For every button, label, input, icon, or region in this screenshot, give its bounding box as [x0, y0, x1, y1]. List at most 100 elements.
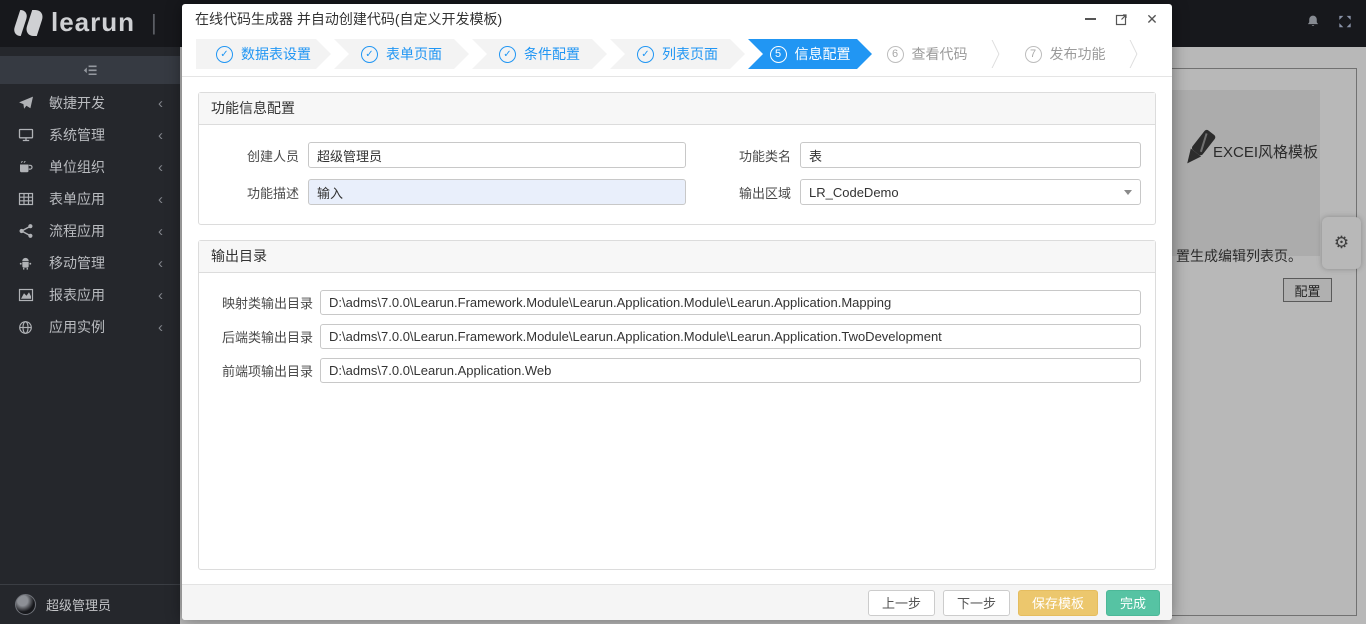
- chevron-left-icon: ‹: [158, 94, 163, 112]
- sidebar-item-workflow-app[interactable]: 流程应用 ‹: [0, 215, 180, 247]
- description-input[interactable]: [308, 179, 686, 205]
- step-separator: [987, 39, 1005, 69]
- prev-step-button[interactable]: 上一步: [867, 589, 935, 616]
- avatar: [15, 594, 36, 615]
- mug-icon: [17, 159, 34, 175]
- sidebar-item-report-app[interactable]: 报表应用 ‹: [0, 279, 180, 311]
- maximize-icon[interactable]: [1114, 12, 1128, 26]
- step-number-icon: 5: [770, 46, 787, 63]
- modal-title: 在线代码生成器 并自动创建代码(自定义开发模板): [195, 11, 503, 27]
- description-label: 功能描述: [246, 185, 299, 201]
- wizard-step-3[interactable]: ✓ 条件配置: [472, 39, 607, 69]
- output-row-frontend: 前端项输出目录: [213, 358, 1141, 383]
- android-icon: [17, 255, 34, 271]
- wizard-step-6[interactable]: 6 查看代码: [875, 39, 979, 69]
- desktop-icon: [17, 127, 34, 143]
- sidebar-item-label: 单位组织: [49, 159, 105, 175]
- wizard-step-4[interactable]: ✓ 列表页面: [610, 39, 745, 69]
- output-area-value[interactable]: [800, 179, 1141, 205]
- step-label: 列表页面: [662, 46, 718, 62]
- save-template-button[interactable]: 保存模板: [1017, 589, 1098, 616]
- user-name: 超级管理员: [46, 598, 112, 613]
- chevron-left-icon: ‹: [158, 126, 163, 144]
- modal-titlebar: 在线代码生成器 并自动创建代码(自定义开发模板) ✕: [182, 4, 1172, 34]
- sidebar-user[interactable]: 超级管理员: [0, 584, 180, 624]
- chevron-left-icon: ‹: [158, 318, 163, 336]
- sidebar-item-mobile-mgmt[interactable]: 移动管理 ‹: [0, 247, 180, 279]
- sidebar-menu: 敏捷开发 ‹ 系统管理 ‹ 单位组织 ‹ 表单应用 ‹ 流程应用 ‹ 移动管理 …: [0, 84, 180, 343]
- sidebar-item-label: 报表应用: [49, 287, 105, 303]
- sidebar-item-label: 表单应用: [49, 191, 105, 207]
- outdent-icon: [83, 64, 97, 75]
- chevron-left-icon: ‹: [158, 190, 163, 208]
- backend-dir-input[interactable]: [320, 324, 1141, 349]
- bell-icon[interactable]: [1306, 14, 1320, 28]
- sidebar-item-form-app[interactable]: 表单应用 ‹: [0, 183, 180, 215]
- step-separator: [1125, 39, 1143, 69]
- share-icon: [17, 223, 34, 239]
- step-label: 查看代码: [911, 46, 968, 62]
- minimize-icon[interactable]: [1083, 12, 1097, 26]
- mapping-dir-input[interactable]: [320, 290, 1141, 315]
- step-label: 信息配置: [794, 46, 851, 62]
- wizard-step-7[interactable]: 7 发布功能: [1013, 39, 1117, 69]
- output-area-label: 输出区域: [738, 185, 791, 201]
- wizard-step-5-active[interactable]: 5 信息配置: [748, 39, 872, 69]
- brand-logo[interactable]: learun |: [11, 7, 157, 38]
- creator-input[interactable]: [308, 142, 686, 168]
- section-title: 输出目录: [199, 241, 1155, 273]
- next-step-button[interactable]: 下一步: [942, 589, 1010, 616]
- leaf-logo-icon: [11, 9, 46, 36]
- sidebar-item-label: 流程应用: [49, 223, 105, 239]
- paper-plane-icon: [17, 95, 34, 111]
- wizard-steps: ✓ 数据表设置 ✓ 表单页面 ✓ 条件配置 ✓ 列表页面 5 信息配置 6 查看…: [182, 34, 1172, 77]
- sidebar-collapse-button[interactable]: [0, 56, 180, 84]
- wizard-step-1[interactable]: ✓ 数据表设置: [196, 39, 331, 69]
- step-label: 发布功能: [1049, 46, 1106, 62]
- close-icon[interactable]: ✕: [1145, 11, 1159, 27]
- sidebar-item-label: 移动管理: [49, 255, 105, 271]
- step-label: 条件配置: [524, 46, 580, 62]
- brand-text: learun: [51, 7, 136, 37]
- class-name-label: 功能类名: [738, 148, 791, 164]
- creator-label: 创建人员: [246, 148, 299, 164]
- wizard-step-2[interactable]: ✓ 表单页面: [334, 39, 469, 69]
- sidebar-item-label: 应用实例: [49, 319, 105, 335]
- finish-button[interactable]: 完成: [1105, 589, 1160, 616]
- chevron-left-icon: ‹: [158, 254, 163, 272]
- step-label: 数据表设置: [241, 46, 311, 62]
- output-area-select[interactable]: [800, 179, 1141, 205]
- fullscreen-icon[interactable]: [1338, 14, 1352, 28]
- check-circle-icon: ✓: [637, 46, 654, 63]
- sidebar-item-system-mgmt[interactable]: 系统管理 ‹: [0, 119, 180, 151]
- sidebar: 敏捷开发 ‹ 系统管理 ‹ 单位组织 ‹ 表单应用 ‹ 流程应用 ‹ 移动管理 …: [0, 47, 180, 624]
- info-config-section: 功能信息配置 创建人员 功能类名 功能描述 输出区域: [198, 92, 1156, 225]
- check-circle-icon: ✓: [361, 46, 378, 63]
- chevron-left-icon: ‹: [158, 286, 163, 304]
- step-number-icon: 6: [886, 45, 904, 63]
- output-row-mapping: 映射类输出目录: [213, 290, 1141, 315]
- backend-dir-label: 后端类输出目录: [221, 330, 313, 345]
- step-number-icon: 7: [1024, 45, 1042, 63]
- sidebar-item-label: 敏捷开发: [49, 95, 105, 111]
- modal-body: 功能信息配置 创建人员 功能类名 功能描述 输出区域 输出目录 映射类输出目录: [182, 77, 1172, 584]
- sidebar-item-app-examples[interactable]: 应用实例 ‹: [0, 311, 180, 343]
- output-row-backend: 后端类输出目录: [213, 324, 1141, 349]
- chevron-left-icon: ‹: [158, 158, 163, 176]
- section-title: 功能信息配置: [199, 93, 1155, 125]
- brand-separator: |: [151, 9, 157, 35]
- frontend-dir-input[interactable]: [320, 358, 1141, 383]
- code-generator-modal: 在线代码生成器 并自动创建代码(自定义开发模板) ✕ ✓ 数据表设置 ✓ 表单页…: [182, 4, 1172, 620]
- check-circle-icon: ✓: [499, 46, 516, 63]
- output-dir-section: 输出目录 映射类输出目录 后端类输出目录 前端项输出目录: [198, 240, 1156, 570]
- frontend-dir-label: 前端项输出目录: [221, 364, 313, 379]
- sidebar-item-org-unit[interactable]: 单位组织 ‹: [0, 151, 180, 183]
- check-circle-icon: ✓: [216, 46, 233, 63]
- sidebar-item-label: 系统管理: [49, 127, 105, 143]
- class-name-input[interactable]: [800, 142, 1141, 168]
- table-icon: [17, 191, 34, 207]
- sidebar-item-agile-dev[interactable]: 敏捷开发 ‹: [0, 87, 180, 119]
- chevron-left-icon: ‹: [158, 222, 163, 240]
- area-chart-icon: [17, 287, 34, 303]
- modal-footer: 上一步 下一步 保存模板 完成: [182, 584, 1172, 620]
